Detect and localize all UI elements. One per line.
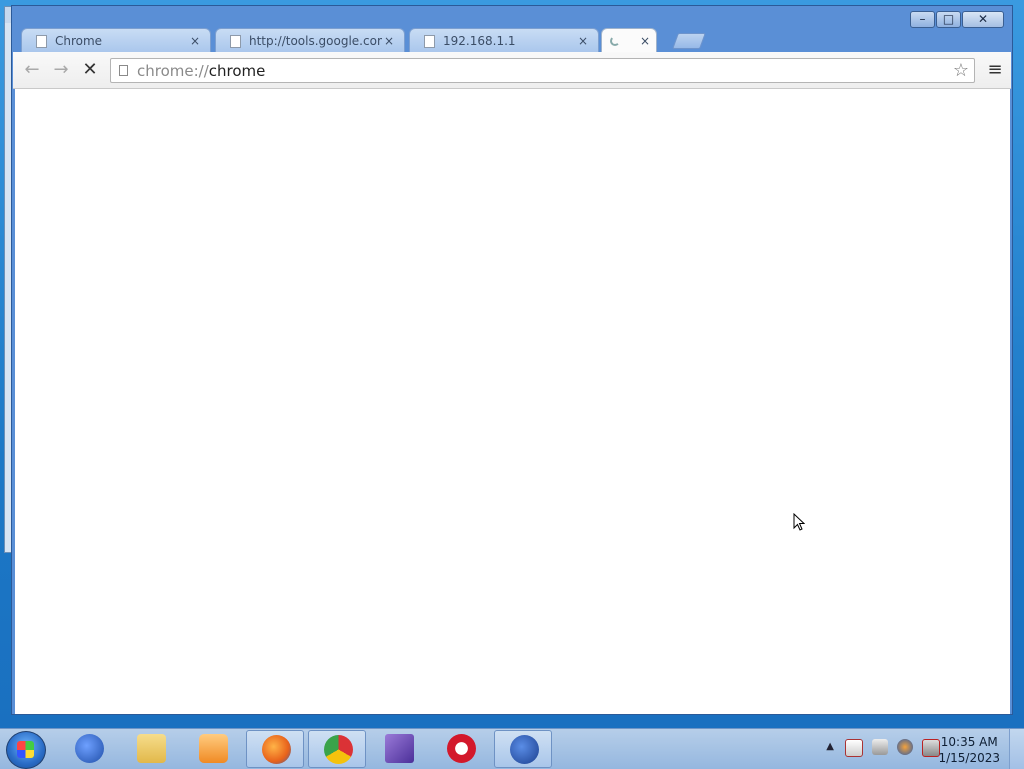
tab-title: http://tools.google.com/ <box>249 34 382 48</box>
start-button[interactable] <box>6 731 46 769</box>
forward-arrow-icon[interactable]: → <box>51 60 71 80</box>
bookmark-star-icon[interactable]: ☆ <box>953 60 969 81</box>
windows-logo-icon <box>17 741 34 758</box>
tab-strip: Chrome × http://tools.google.com/ × 192.… <box>19 28 739 53</box>
taskbar-app-file-explorer[interactable] <box>122 730 180 768</box>
taskbar: ▲ 10:35 AM 1/15/2023 <box>0 728 1024 769</box>
visual-studio-icon <box>385 734 414 763</box>
tab-close-icon[interactable]: × <box>382 34 396 48</box>
folder-icon <box>137 734 166 763</box>
address-bar[interactable]: chrome://chrome ☆ <box>110 58 975 83</box>
tab-title: 192.168.1.1 <box>443 34 516 48</box>
close-window-button[interactable]: ✕ <box>962 11 1004 28</box>
window-controls: – □ ✕ <box>910 11 1004 28</box>
taskbar-app-chrome[interactable] <box>308 730 366 768</box>
mouse-cursor-icon <box>793 513 805 531</box>
taskbar-app-ccleaner[interactable] <box>60 730 118 768</box>
taskbar-app-visual-studio[interactable] <box>370 730 428 768</box>
tab-loading-active[interactable]: × <box>601 28 657 53</box>
clock-time: 10:35 AM <box>940 735 998 749</box>
tab-close-icon[interactable]: × <box>638 34 652 48</box>
page-icon <box>230 34 241 48</box>
tab-router[interactable]: 192.168.1.1 × <box>409 28 599 53</box>
chrome-icon <box>324 735 353 764</box>
stop-icon[interactable]: ✕ <box>80 60 100 80</box>
taskbar-app-firefox[interactable] <box>246 730 304 768</box>
chrome-menu-icon[interactable]: ≡ <box>985 60 1005 80</box>
taskbar-app-opera[interactable] <box>432 730 490 768</box>
page-icon <box>424 34 435 48</box>
page-icon <box>36 34 47 48</box>
system-tray <box>845 739 940 757</box>
tray-expand-icon[interactable]: ▲ <box>826 741 834 752</box>
show-desktop-button[interactable] <box>1009 729 1024 769</box>
clock-date: 1/15/2023 <box>938 751 1000 765</box>
loading-spinner-icon <box>610 36 620 46</box>
taskbar-clock[interactable]: 10:35 AM 1/15/2023 <box>938 734 1000 766</box>
tab-chrome[interactable]: Chrome × <box>21 28 211 53</box>
action-center-flag-icon[interactable] <box>845 739 863 757</box>
media-player-icon <box>199 734 228 763</box>
tab-close-icon[interactable]: × <box>188 34 202 48</box>
back-arrow-icon[interactable]: ← <box>22 60 42 80</box>
new-tab-button[interactable] <box>672 33 706 49</box>
taskbar-app-media-player[interactable] <box>184 730 242 768</box>
ccleaner-icon <box>75 734 104 763</box>
chrome-window: – □ ✕ Chrome × http://tools.google.com/ … <box>11 5 1013 715</box>
maximize-button[interactable]: □ <box>936 11 961 28</box>
firefox-icon <box>262 735 291 764</box>
volume-muted-icon[interactable] <box>922 739 940 757</box>
tab-title: Chrome <box>55 34 103 48</box>
url-scheme: chrome:// <box>137 62 209 80</box>
url-host: chrome <box>208 62 266 80</box>
minimize-button[interactable]: – <box>910 11 935 28</box>
ccleaner-icon <box>510 735 539 764</box>
tab-tools-google[interactable]: http://tools.google.com/ × <box>215 28 405 53</box>
network-icon[interactable] <box>872 739 888 755</box>
page-content[interactable] <box>15 89 1010 714</box>
taskbar-app-ccleaner-alt[interactable] <box>494 730 552 768</box>
tab-close-icon[interactable]: × <box>576 34 590 48</box>
ccleaner-tray-icon[interactable] <box>897 739 913 755</box>
navigation-toolbar: ← → ✕ chrome://chrome ☆ ≡ <box>13 52 1011 89</box>
opera-icon <box>447 734 476 763</box>
page-icon <box>119 65 128 76</box>
url-text: chrome://chrome <box>137 62 265 80</box>
